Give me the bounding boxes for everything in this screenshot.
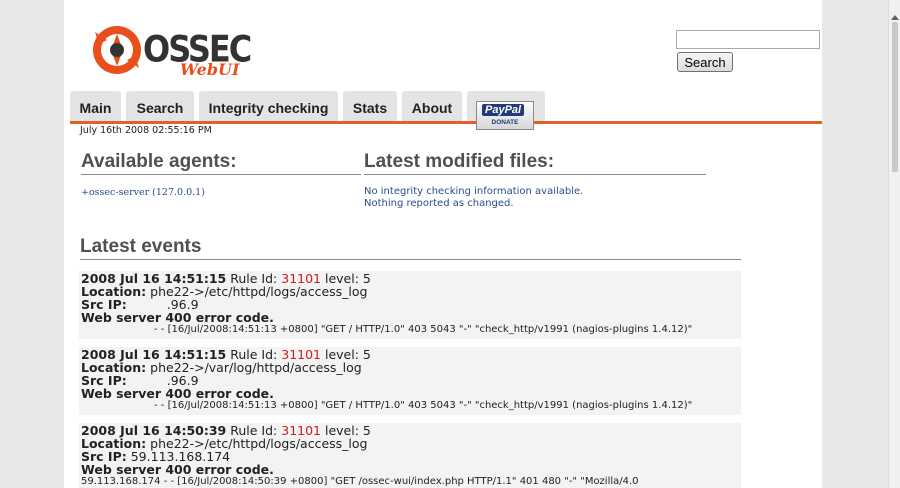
scrollbar-thumb[interactable] [892,22,898,172]
vertical-scrollbar[interactable] [888,0,900,488]
scroll-up-arrow-icon[interactable] [891,14,899,20]
available-agents-heading: Available agents: [81,151,237,172]
event-description: Web server 400 error code. [81,386,274,401]
latest-modified-files-heading: Latest modified files: [364,151,555,172]
current-timestamp: July 16th 2008 02:55:16 PM [80,125,212,136]
tab-about[interactable]: About [402,91,462,122]
latest-events-heading: Latest events [80,236,202,257]
nav-divider [70,121,822,124]
agent-link[interactable]: +ossec-server (127.0.0.1) [81,187,205,198]
agents-heading-rule [81,174,361,175]
events-heading-rule [80,259,741,260]
tab-integrity-checking[interactable]: Integrity checking [199,91,338,122]
event-log: - - [16/Jul/2008:14:51:13 +0800] "GET / … [154,324,693,335]
event-description: Web server 400 error code. [81,462,274,477]
event-entry: 2008 Jul 16 14:50:39 Rule Id: 31101 leve… [79,423,741,488]
changes-status-text: Nothing reported as changed. [364,198,514,209]
donate-label: DONATE [491,119,519,126]
event-log: 59.113.168.174 - - [16/Jul/2008:14:50:39… [81,476,639,487]
logo-subtitle: WebUI [180,60,240,79]
event-level: 5 [362,347,371,362]
paypal-donate-button[interactable]: PayPal DONATE [476,101,534,130]
search-input[interactable] [676,30,820,49]
event-description: Web server 400 error code. [81,310,274,325]
tab-stats[interactable]: Stats [343,91,397,122]
integrity-status-text: No integrity checking information availa… [364,186,584,197]
paypal-logo: PayPal [482,104,525,116]
files-heading-rule [364,174,706,175]
search-button[interactable]: Search [677,52,733,72]
tab-search[interactable]: Search [126,91,194,122]
event-entry: 2008 Jul 16 14:51:15 Rule Id: 31101 leve… [79,271,741,339]
event-log: - - [16/Jul/2008:14:51:13 +0800] "GET / … [154,400,693,411]
event-entry: 2008 Jul 16 14:51:15 Rule Id: 31101 leve… [79,347,741,415]
tab-main[interactable]: Main [70,91,121,122]
